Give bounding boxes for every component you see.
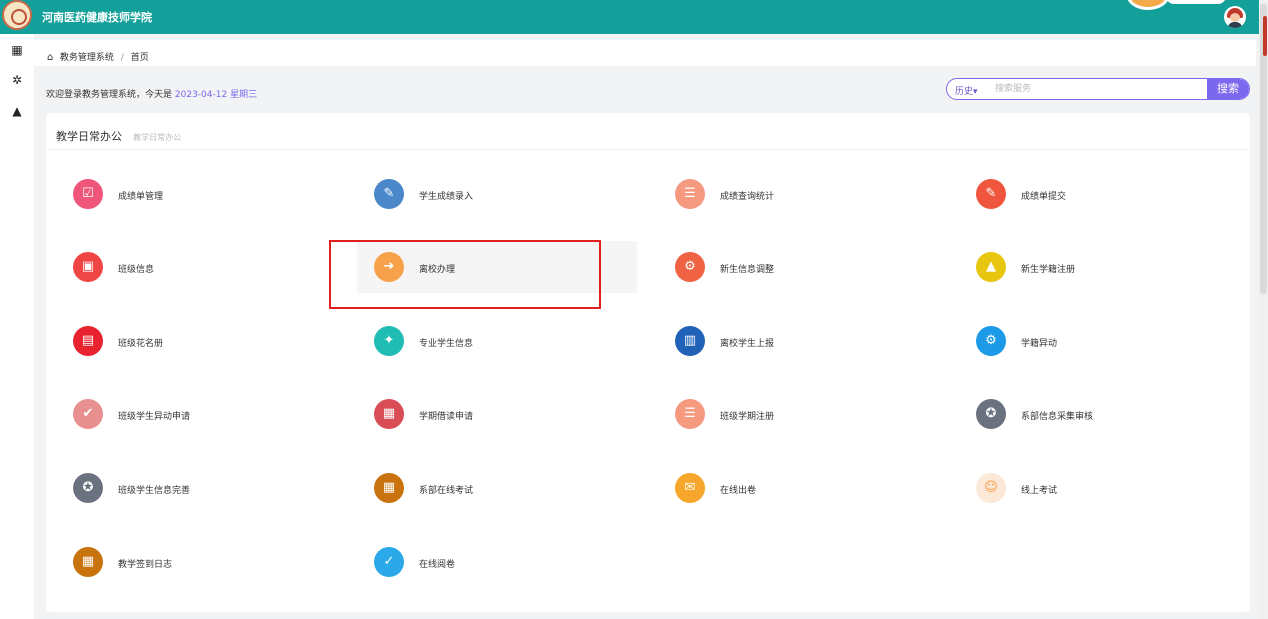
service-tile-label: 班级花名册 <box>118 339 164 349</box>
welcome-date: 2023-04-12 <box>174 90 228 100</box>
chat-doc-icon: ✉ <box>675 473 705 503</box>
selection-highlight <box>329 240 601 309</box>
edit-doc-icon: ✎ <box>976 179 1006 209</box>
avatar[interactable] <box>1224 6 1246 28</box>
edit-doc-icon: ✎ <box>374 179 404 209</box>
service-tile[interactable]: ✦ 专业学生信息 <box>357 315 637 367</box>
service-tile-label: 专业学生信息 <box>419 339 474 349</box>
school-logo <box>2 0 32 30</box>
side-nav <box>0 34 34 619</box>
breadcrumb-separator: / <box>120 53 124 63</box>
calendar-settings-icon: ⚙ <box>675 252 705 282</box>
service-tile[interactable]: ✎ 学生成绩录入 <box>357 168 637 220</box>
service-tile-label: 在线出卷 <box>720 486 757 496</box>
service-tile[interactable]: ▤ 班级花名册 <box>56 315 336 367</box>
avatar-body <box>1228 22 1242 28</box>
floating-widget-pill <box>1166 0 1226 4</box>
award-icon: ✪ <box>976 399 1006 429</box>
welcome-text: 欢迎登录教务管理系统，今天是 <box>46 90 173 100</box>
document-user-icon: ▦ <box>374 399 404 429</box>
service-tile-label: 班级学生信息完善 <box>118 486 191 496</box>
service-tile-label: 新生信息调整 <box>720 265 775 275</box>
service-tile[interactable]: ☺ 线上考试 <box>959 462 1239 514</box>
service-tile[interactable]: ⚙ 学籍异动 <box>959 315 1239 367</box>
service-tile-label: 成绩单管理 <box>118 192 164 202</box>
panel-title: 教学日常办公 <box>56 130 122 143</box>
panel-header: 教学日常办公 教学日常办公 <box>46 113 1250 150</box>
breadcrumb-root[interactable]: 教务管理系统 <box>60 53 114 63</box>
service-tile-label: 在线阅卷 <box>419 560 456 570</box>
teacher-check-icon: ✓ <box>374 547 404 577</box>
top-bar <box>0 0 1268 34</box>
service-tile[interactable]: ☰ 成绩查询统计 <box>658 168 938 220</box>
service-tile[interactable]: ▦ 系部在线考试 <box>357 462 637 514</box>
service-tile[interactable]: ☰ 班级学期注册 <box>658 388 938 440</box>
student-book-icon: ✦ <box>374 326 404 356</box>
service-tile[interactable]: ▦ 教学签到日志 <box>56 536 336 588</box>
panel-subtitle: 教学日常办公 <box>133 133 182 142</box>
service-tile[interactable]: ⚙ 新生信息调整 <box>658 241 938 293</box>
calendar-check-icon: ✔ <box>73 399 103 429</box>
grid-icon[interactable]: ▦ <box>10 43 24 57</box>
service-tile-label: 学籍异动 <box>1021 339 1058 349</box>
contact-book-icon: ▤ <box>73 326 103 356</box>
user-gear-icon: ⚙ <box>976 326 1006 356</box>
service-tile[interactable]: ☑ 成绩单管理 <box>56 168 336 220</box>
service-tile-label: 班级学期注册 <box>720 412 775 422</box>
service-tile-label: 成绩查询统计 <box>720 192 775 202</box>
search-box: 历史▾ 搜索 <box>946 78 1250 100</box>
service-tile-label: 成绩单提交 <box>1021 192 1067 202</box>
service-tile-label: 离校学生上报 <box>720 339 775 349</box>
graduation-icon: ▲ <box>976 252 1006 282</box>
service-tile-label: 线上考试 <box>1021 486 1058 496</box>
reading-user-icon: ☺ <box>976 473 1006 503</box>
service-tile-label: 班级信息 <box>118 265 155 275</box>
breadcrumb: ⌂ 教务管理系统 / 首页 <box>34 40 1256 66</box>
cubes-icon[interactable]: ✲ <box>10 73 24 87</box>
service-tile-label: 系部在线考试 <box>419 486 474 496</box>
history-dropdown[interactable]: 历史▾ <box>955 84 978 97</box>
service-tile-label: 新生学籍注册 <box>1021 265 1076 275</box>
search-button[interactable]: 搜索 <box>1207 79 1249 99</box>
search-input[interactable] <box>995 82 1195 96</box>
checklist-icon: ☑ <box>73 179 103 209</box>
user-list-icon: ☰ <box>675 179 705 209</box>
exam-board-icon: ▦ <box>73 547 103 577</box>
welcome-weekday: 星期三 <box>230 90 258 100</box>
user-list-icon: ☰ <box>675 399 705 429</box>
report-icon: ▥ <box>675 326 705 356</box>
service-tile[interactable]: ✓ 在线阅卷 <box>357 536 637 588</box>
service-tile-label: 学生成绩录入 <box>419 192 474 202</box>
service-tile[interactable]: ▥ 离校学生上报 <box>658 315 938 367</box>
service-tile[interactable]: ✪ 系部信息采集审核 <box>959 388 1239 440</box>
service-tile-label: 班级学生异动申请 <box>118 412 191 422</box>
service-tile[interactable]: ✪ 班级学生信息完善 <box>56 462 336 514</box>
home-icon[interactable]: ⌂ <box>47 52 57 63</box>
id-card-icon: ▣ <box>73 252 103 282</box>
graduation-cap-icon[interactable]: ▲ <box>10 104 24 118</box>
avatar-face <box>1230 13 1240 22</box>
exam-board-icon: ▦ <box>374 473 404 503</box>
service-tile[interactable]: ▲ 新生学籍注册 <box>959 241 1239 293</box>
service-tile-label: 系部信息采集审核 <box>1021 412 1094 422</box>
service-tile[interactable]: ✔ 班级学生异动申请 <box>56 388 336 440</box>
app-title: 河南医药健康技师学院 <box>42 11 152 24</box>
service-tile[interactable]: ▣ 班级信息 <box>56 241 336 293</box>
award-icon: ✪ <box>73 473 103 503</box>
service-tile-label: 教学签到日志 <box>118 560 173 570</box>
scroll-indicator <box>1263 16 1267 56</box>
service-tile[interactable]: ✉ 在线出卷 <box>658 462 938 514</box>
welcome-message: 欢迎登录教务管理系统，今天是 2023-04-12 星期三 <box>46 87 257 100</box>
service-tile[interactable]: ✎ 成绩单提交 <box>959 168 1239 220</box>
service-tile[interactable]: ▦ 学期借读申请 <box>357 388 637 440</box>
service-tile-label: 学期借读申请 <box>419 412 474 422</box>
breadcrumb-current: 首页 <box>130 53 149 63</box>
